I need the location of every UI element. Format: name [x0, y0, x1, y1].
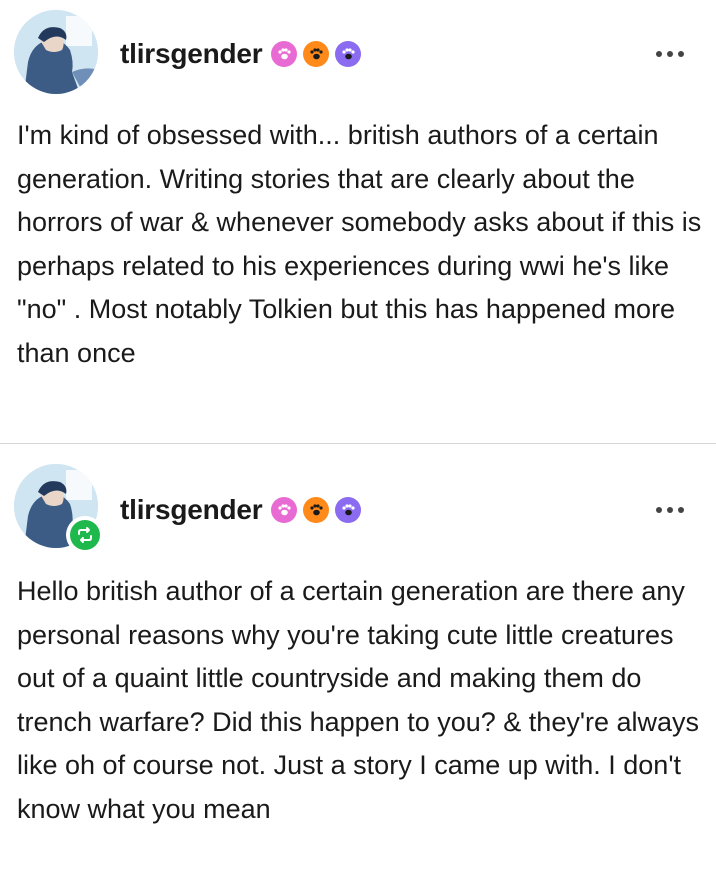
post-body: I'm kind of obsessed with... british aut…	[17, 120, 702, 368]
avatar-image	[14, 10, 98, 94]
post-original: tlirsgender I'm kind of obsessed with...…	[0, 0, 716, 444]
post-reblog: tlirsgender Hello british author of a ce…	[0, 444, 716, 888]
more-options-icon[interactable]	[656, 490, 684, 530]
purple-paw-badge-icon[interactable]	[334, 497, 361, 523]
more-options-icon[interactable]	[656, 34, 684, 74]
post-header: tlirsgender	[120, 490, 361, 530]
pink-paw-badge-icon[interactable]	[270, 497, 297, 523]
badges	[270, 497, 361, 523]
username[interactable]: tlirsgender	[120, 38, 263, 70]
purple-paw-badge-icon[interactable]	[334, 41, 361, 67]
post-body: Hello british author of a certain genera…	[17, 576, 700, 824]
post-header: tlirsgender	[120, 34, 361, 74]
orange-paw-badge-icon[interactable]	[302, 497, 329, 523]
reblog-icon	[66, 516, 104, 554]
badges	[270, 41, 361, 67]
pink-paw-badge-icon[interactable]	[270, 41, 297, 67]
username[interactable]: tlirsgender	[120, 494, 263, 526]
avatar[interactable]	[14, 10, 98, 94]
orange-paw-badge-icon[interactable]	[302, 41, 329, 67]
